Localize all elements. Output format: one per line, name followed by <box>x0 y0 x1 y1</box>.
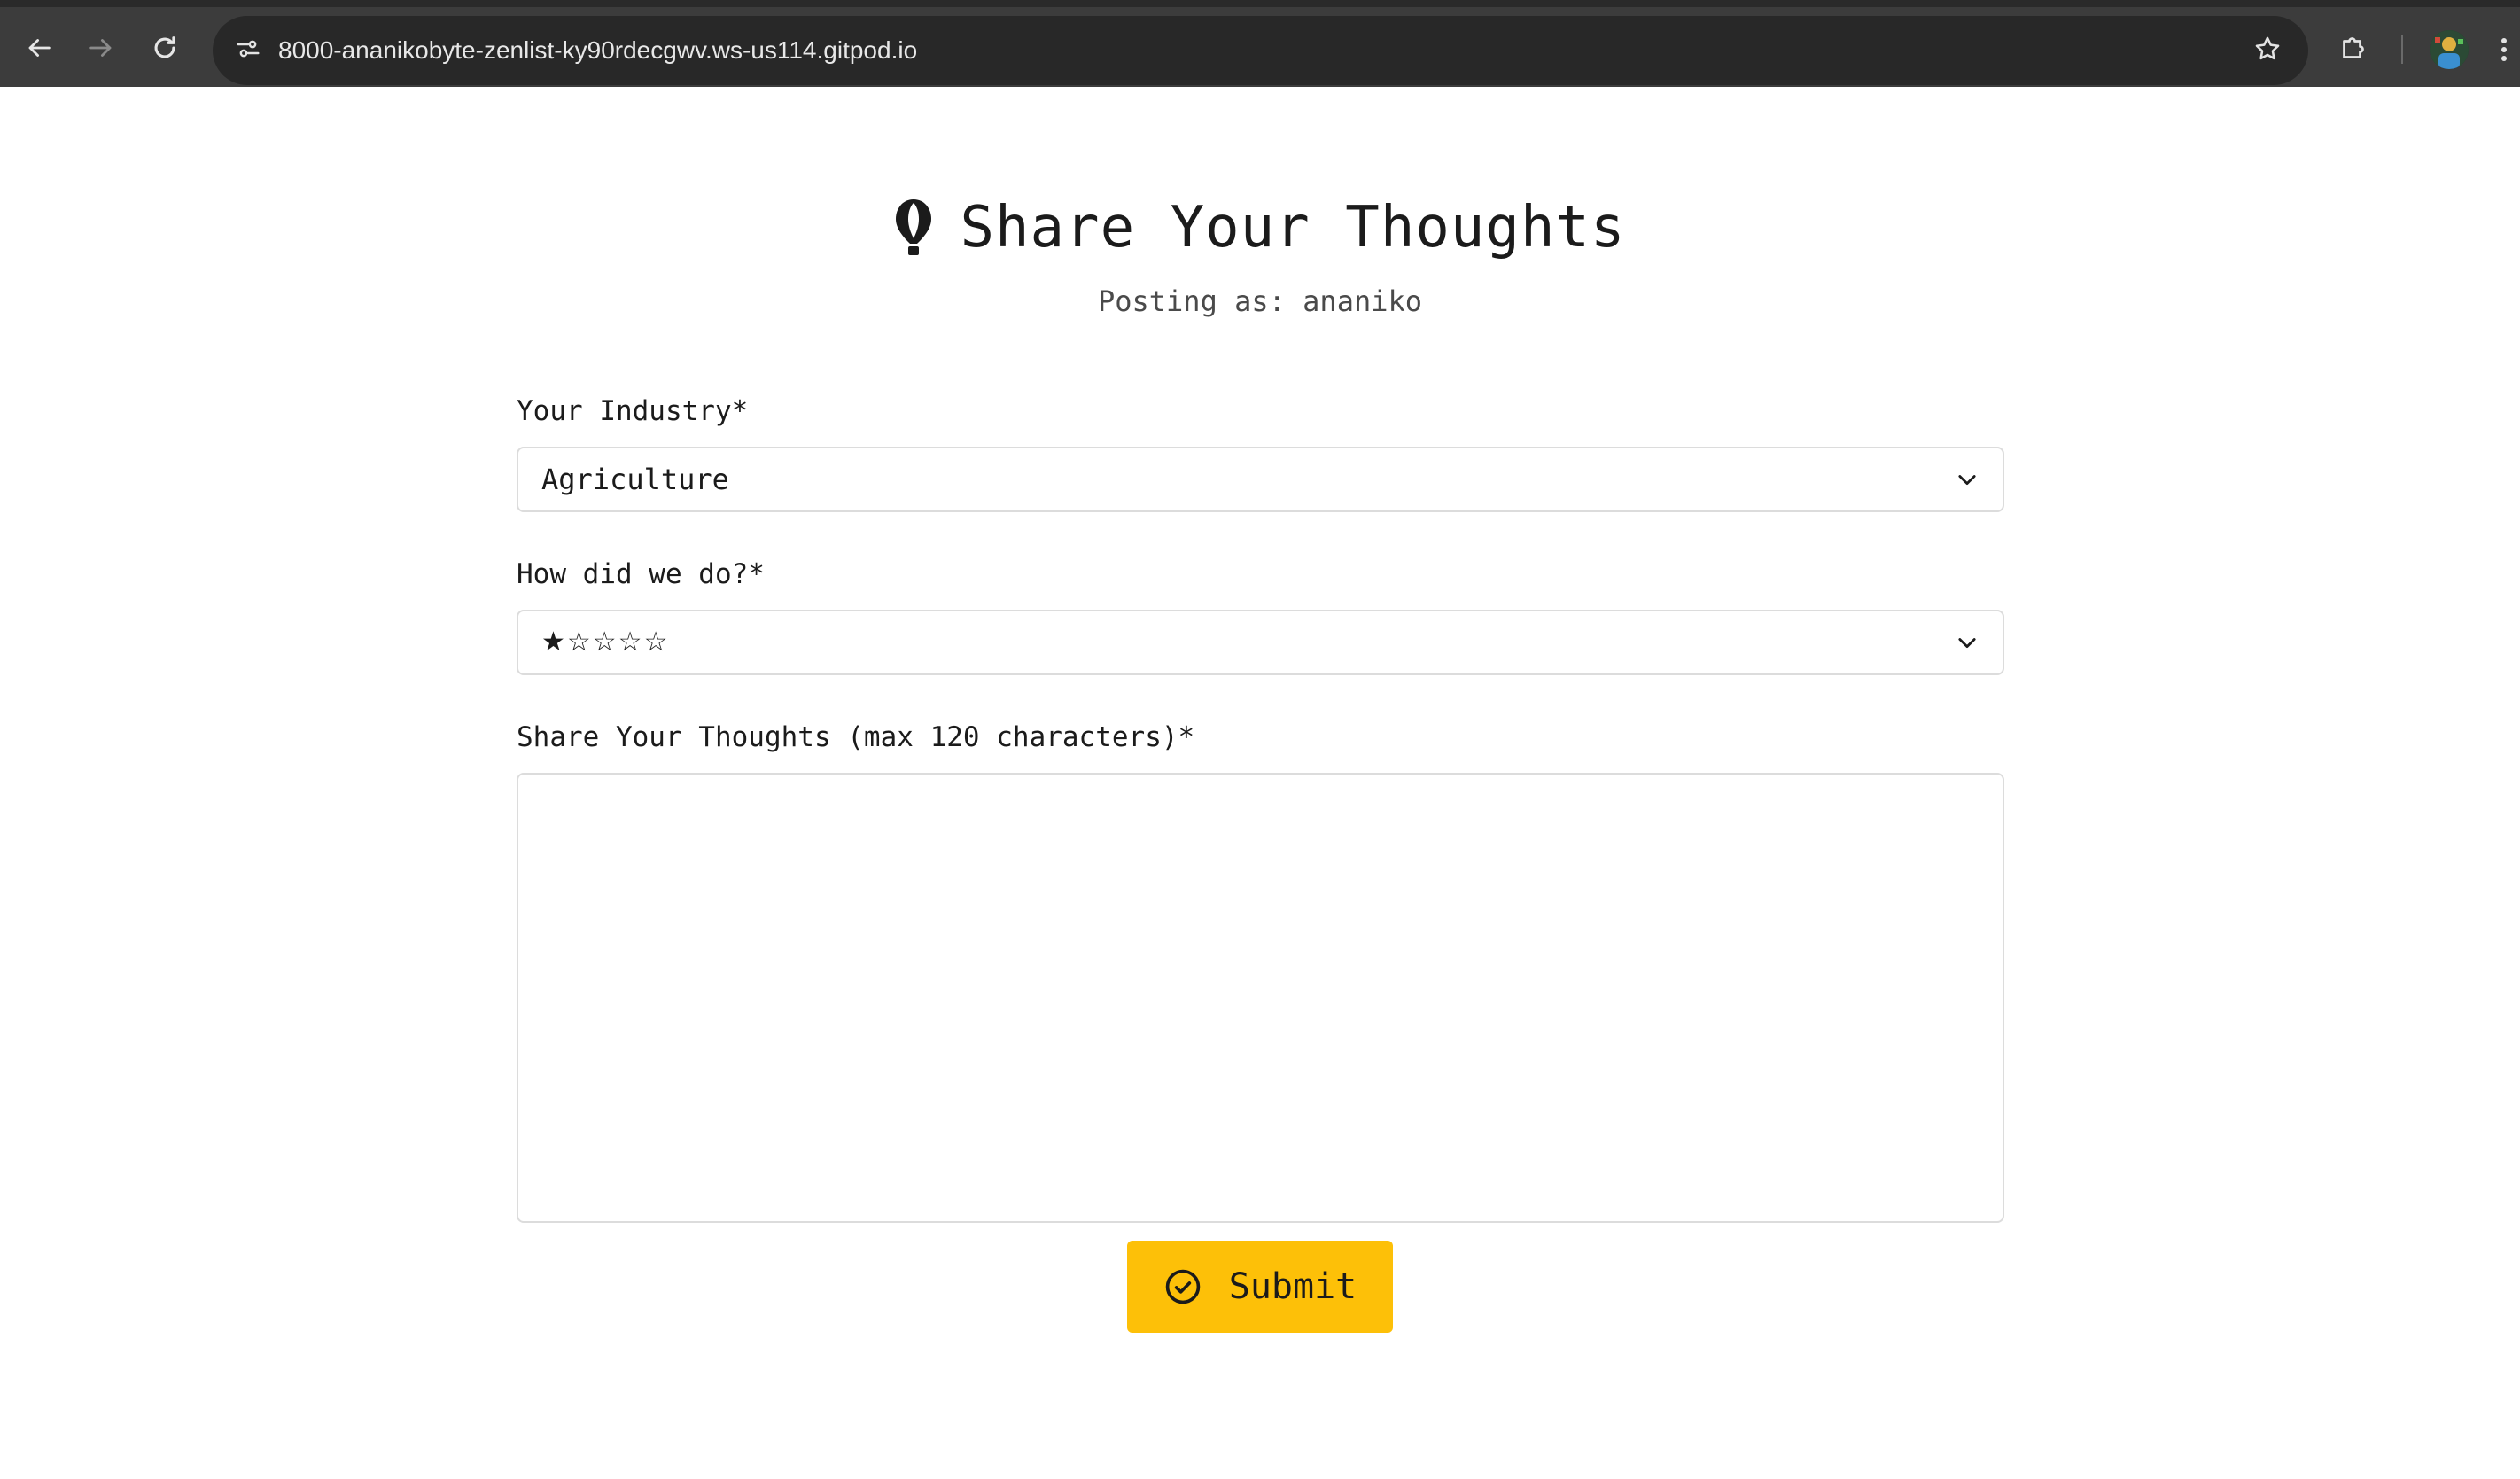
reload-icon <box>150 33 180 66</box>
address-bar[interactable]: 8000-ananikobyte-zenlist-ky90rdecgwv.ws-… <box>213 16 2308 85</box>
kebab-menu-icon <box>2499 38 2520 69</box>
puzzle-icon <box>2337 32 2369 67</box>
url-text[interactable]: 8000-ananikobyte-zenlist-ky90rdecgwv.ws-… <box>278 16 917 85</box>
browser-toolbar: 8000-ananikobyte-zenlist-ky90rdecgwv.ws-… <box>0 0 2520 87</box>
reload-button[interactable] <box>145 30 184 69</box>
thoughts-textarea[interactable] <box>517 773 2004 1223</box>
arrow-left-icon <box>24 33 54 66</box>
page-content: Share Your Thoughts Posting as: ananiko … <box>0 87 2520 1479</box>
chrome-menu-button[interactable] <box>2499 34 2520 66</box>
feedback-form: Your Industry* Agriculture How did we do… <box>517 395 2004 1223</box>
submit-container: Submit <box>0 1241 2520 1333</box>
rating-select[interactable]: ★☆☆☆☆ <box>517 610 2004 675</box>
rating-selected-value: ★☆☆☆☆ <box>541 627 670 658</box>
hot-air-balloon-icon <box>894 198 933 258</box>
page-header: Share Your Thoughts Posting as: ananiko <box>0 195 2520 318</box>
site-info-button[interactable] <box>229 31 268 70</box>
toolbar-divider <box>2401 35 2403 64</box>
industry-select[interactable]: Agriculture <box>517 447 2004 512</box>
submit-button[interactable]: Submit <box>1127 1241 1393 1333</box>
page-title: Share Your Thoughts <box>960 195 1626 261</box>
title-row: Share Your Thoughts <box>894 195 1625 261</box>
back-button[interactable] <box>19 30 58 69</box>
chevron-down-icon <box>1955 467 1979 492</box>
posting-as-text: Posting as: ananiko <box>1097 284 1423 318</box>
chevron-down-icon <box>1955 630 1979 655</box>
extensions-button[interactable] <box>2334 30 2373 69</box>
avatar[interactable] <box>2430 30 2469 69</box>
check-circle-icon <box>1163 1267 1202 1306</box>
tune-icon <box>235 35 261 66</box>
thoughts-label: Share Your Thoughts (max 120 characters)… <box>517 721 1195 753</box>
arrow-right-icon <box>86 33 116 66</box>
bookmark-button[interactable] <box>2248 31 2287 70</box>
star-icon <box>2252 34 2283 67</box>
submit-label: Submit <box>1228 1266 1357 1307</box>
industry-selected-value: Agriculture <box>541 463 729 496</box>
forward-button[interactable] <box>82 30 121 69</box>
rating-label: How did we do?* <box>517 558 765 590</box>
industry-label: Your Industry* <box>517 395 749 427</box>
